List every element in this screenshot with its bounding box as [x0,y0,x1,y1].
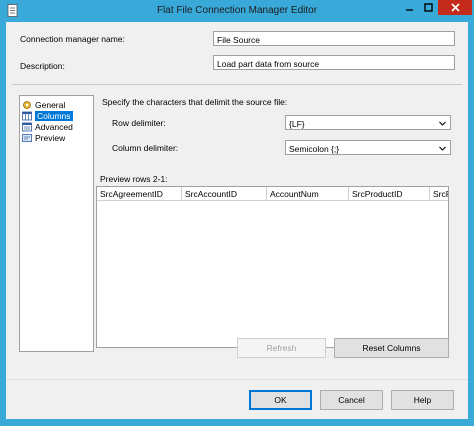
dialog-window: Flat File Connection Manager Editor Conn… [0,0,474,426]
column-delimiter-value: Semicolon {;} [289,144,340,154]
column-delimiter-label: Column delimiter: [112,143,179,153]
preview-icon [22,133,32,142]
help-button[interactable]: Help [391,390,454,410]
grid-column-header[interactable]: SrcAgreementID [97,187,182,201]
description-label: Description: [20,61,65,71]
column-delimiter-select[interactable]: Semicolon {;} [285,140,451,155]
close-button[interactable] [438,0,472,15]
row-delimiter-select[interactable]: {LF} [285,115,451,130]
nav-item-preview[interactable]: Preview [22,132,65,143]
page-navigation-list: General Columns Advanced Preview [19,95,94,352]
dialog-button-bar: OK Cancel Help [6,379,468,419]
general-icon [23,100,31,109]
refresh-button[interactable]: Refresh [237,338,326,358]
description-input[interactable]: Load part data from source [213,55,455,70]
chevron-down-icon [439,146,446,151]
chevron-down-icon [439,121,446,126]
title-bar[interactable]: Flat File Connection Manager Editor [0,0,474,22]
maximize-icon [423,3,433,12]
nav-item-advanced[interactable]: Advanced [22,121,73,132]
connection-name-label: Connection manager name: [20,34,125,44]
grid-column-header[interactable]: SrcPro [430,187,448,201]
grid-column-header[interactable]: AccountNum [267,187,349,201]
delimiter-heading: Specify the characters that delimit the … [102,97,288,107]
grid-header-row: SrcAgreementID SrcAccountID AccountNum S… [97,187,448,201]
dialog-client-area: Connection manager name: File Source Des… [6,22,468,419]
nav-item-label: General [35,99,66,110]
nav-item-general[interactable]: General [22,99,65,110]
grid-column-header[interactable]: SrcProductID [349,187,430,201]
preview-rows-label: Preview rows 2-1: [100,174,168,184]
nav-item-label: Advanced [35,121,73,132]
minimize-button[interactable] [400,0,418,15]
reset-columns-button[interactable]: Reset Columns [334,338,449,358]
nav-item-label: Columns [35,110,73,121]
nav-item-label: Preview [35,132,66,143]
ok-button[interactable]: OK [249,390,312,410]
preview-grid[interactable]: SrcAgreementID SrcAccountID AccountNum S… [96,186,449,348]
cancel-button[interactable]: Cancel [320,390,383,410]
row-delimiter-label: Row delimiter: [112,118,166,128]
advanced-icon [22,122,32,131]
connection-name-input[interactable]: File Source [213,31,455,46]
row-delimiter-value: {LF} [289,119,305,129]
nav-item-columns[interactable]: Columns [22,110,73,121]
header-divider [12,84,462,85]
columns-icon [22,111,32,120]
grid-column-header[interactable]: SrcAccountID [182,187,267,201]
minimize-icon [405,9,413,11]
maximize-button[interactable] [419,0,437,15]
close-icon [450,3,460,12]
